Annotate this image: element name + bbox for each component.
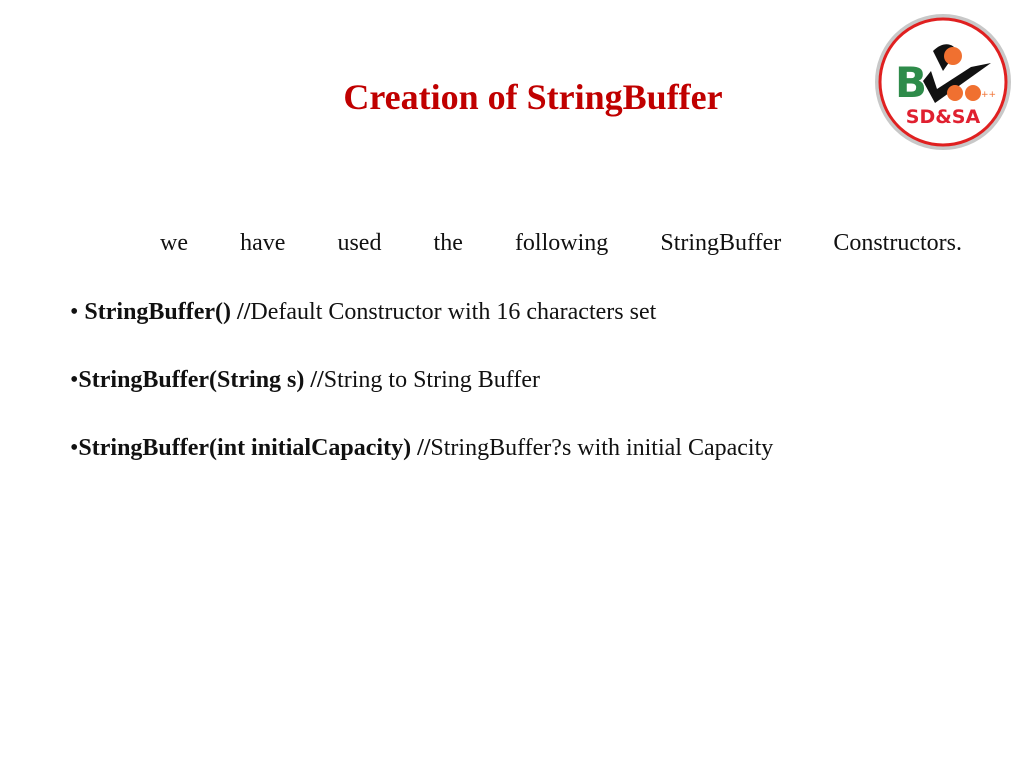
bullet-marker: •: [70, 299, 85, 325]
intro-word: StringBuffer: [660, 230, 782, 256]
bvoc-sdsa-logo-icon: B ++ SD&SA: [873, 11, 1013, 153]
comment-prefix: //: [304, 367, 324, 393]
bullet-string-constructor: •StringBuffer(String s) //String to Stri…: [70, 367, 540, 394]
intro-word: following: [514, 230, 609, 256]
bullet-comment: String to String Buffer: [323, 367, 540, 393]
comment-prefix: //: [231, 299, 251, 325]
bullet-capacity-constructor: •StringBuffer(int initialCapacity) //Str…: [70, 435, 773, 462]
bullet-comment: Default Constructor with 16 characters s…: [250, 299, 657, 325]
intro-word: the: [433, 230, 463, 256]
bullet-code: StringBuffer(): [84, 299, 232, 325]
bullet-code: StringBuffer(String s): [78, 367, 305, 393]
logo-text: SD&SA: [906, 106, 981, 128]
bullet-default-constructor: • StringBuffer() //Default Constructor w…: [70, 299, 656, 326]
intro-word: Constructors.: [833, 230, 962, 256]
intro-word: we: [160, 230, 188, 256]
intro-word: used: [337, 230, 382, 256]
bullet-comment: StringBuffer?s with initial Capacity: [430, 435, 774, 461]
logo-graphic: B ++ SD&SA: [875, 14, 1011, 150]
comment-prefix: //: [411, 435, 431, 461]
svg-text:B: B: [895, 58, 927, 107]
intro-sentence: we have used the following StringBuffer …: [160, 230, 962, 257]
slide-title: Creation of StringBuffer: [343, 77, 723, 117]
svg-text:++: ++: [981, 90, 996, 100]
intro-word: have: [240, 230, 286, 256]
bullet-code: StringBuffer(int initialCapacity): [78, 435, 412, 461]
